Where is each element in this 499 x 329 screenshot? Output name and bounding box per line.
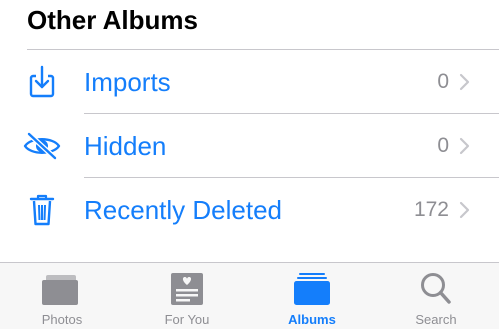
tab-photos[interactable]: Photos <box>12 263 112 329</box>
tab-label: For You <box>164 312 210 327</box>
album-label: Imports <box>84 67 171 97</box>
tab-for-you[interactable]: For You <box>137 263 237 329</box>
album-row-recently-deleted[interactable]: Recently Deleted 172 <box>0 178 499 242</box>
tab-label: Photos <box>41 312 83 327</box>
album-count: 172 <box>413 198 449 221</box>
album-row-hidden[interactable]: Hidden 0 <box>0 114 499 178</box>
section-title: Other Albums <box>27 5 198 35</box>
album-row-imports[interactable]: Imports 0 <box>0 50 499 114</box>
chevron-right-icon <box>459 201 471 219</box>
photos-icon <box>40 271 84 307</box>
album-count: 0 <box>437 134 449 157</box>
album-label: Recently Deleted <box>84 195 282 225</box>
trash-icon <box>22 192 62 228</box>
tab-search[interactable]: Search <box>386 263 486 329</box>
search-icon <box>414 271 458 307</box>
tab-albums[interactable]: Albums <box>262 263 362 329</box>
chevron-right-icon <box>459 73 471 91</box>
import-icon <box>22 64 62 100</box>
chevron-right-icon <box>459 137 471 155</box>
other-albums-screen: Other Albums Imports 0 Hidden 0 Recently… <box>0 0 499 329</box>
album-count: 0 <box>437 70 449 93</box>
tab-label: Albums <box>288 312 336 327</box>
albums-icon <box>290 271 334 307</box>
tab-bar: Photos For You Albums Search <box>0 262 499 329</box>
tab-label: Search <box>415 312 457 327</box>
album-label: Hidden <box>84 131 167 161</box>
for-you-icon <box>165 271 209 307</box>
hidden-eye-icon <box>22 128 62 164</box>
